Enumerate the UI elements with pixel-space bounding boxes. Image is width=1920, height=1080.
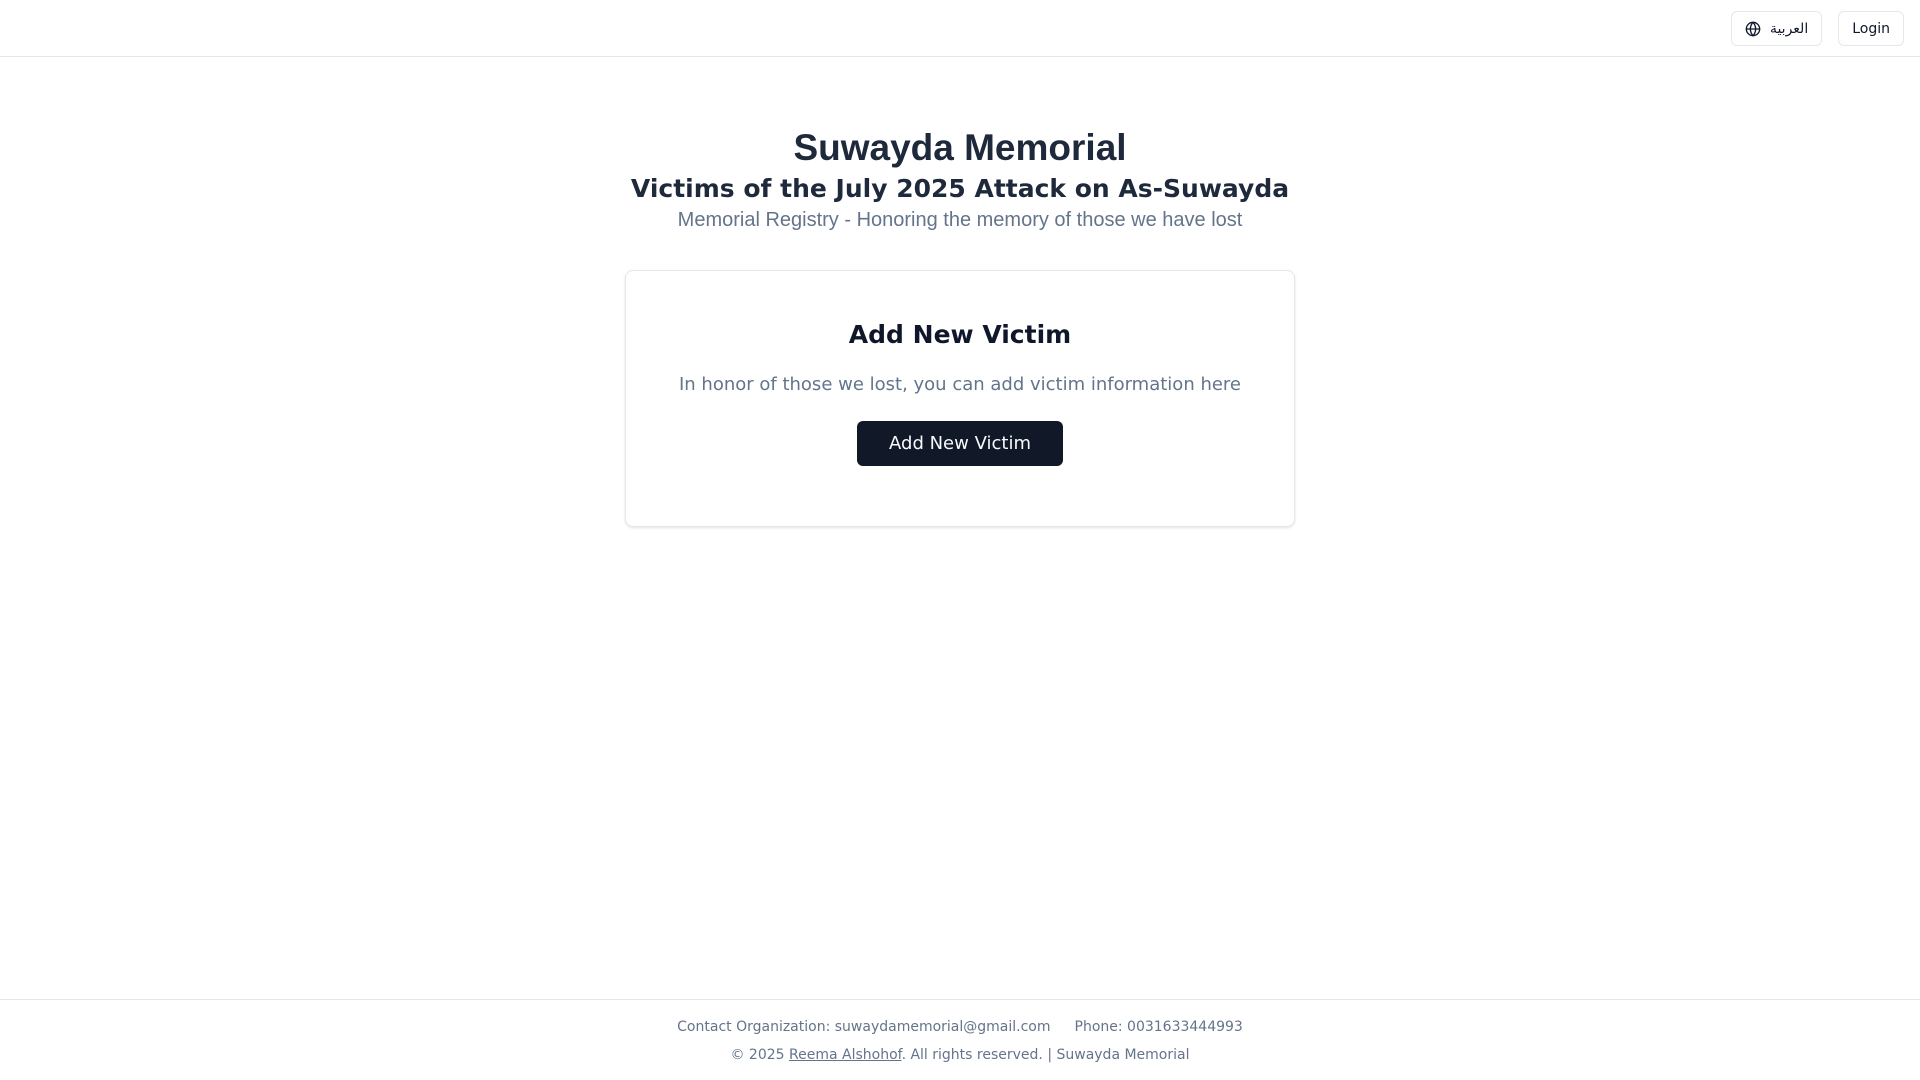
top-bar: العربية Login bbox=[0, 0, 1920, 57]
footer-contacts: Contact Organization: suwaydamemorial@gm… bbox=[0, 1017, 1920, 1037]
language-toggle-button[interactable]: العربية bbox=[1730, 11, 1823, 46]
page: العربية Login Suwayda Memorial Victims o… bbox=[0, 0, 1920, 1080]
copyright: © 2025 Reema Alshohof. All rights reserv… bbox=[0, 1045, 1920, 1065]
footer: Contact Organization: suwaydamemorial@gm… bbox=[0, 999, 1920, 1080]
contact-phone: Phone: 0031633444993 bbox=[1074, 1019, 1243, 1035]
globe-icon bbox=[1745, 21, 1761, 37]
add-new-victim-button[interactable]: Add New Victim bbox=[857, 421, 1063, 466]
hero: Suwayda Memorial Victims of the July 202… bbox=[0, 126, 1920, 233]
page-tagline: Memorial Registry - Honoring the memory … bbox=[677, 209, 1243, 231]
author-link[interactable]: Reema Alshohof bbox=[789, 1047, 902, 1063]
add-victim-card: Add New Victim In honor of those we lost… bbox=[625, 270, 1295, 527]
login-button[interactable]: Login bbox=[1838, 11, 1904, 46]
copyright-suffix: . All rights reserved. | Suwayda Memoria… bbox=[901, 1047, 1190, 1063]
page-title: Suwayda Memorial bbox=[793, 127, 1127, 168]
contact-email: Contact Organization: suwaydamemorial@gm… bbox=[677, 1019, 1051, 1035]
language-button-label: العربية bbox=[1769, 20, 1809, 37]
card-title: Add New Victim bbox=[848, 320, 1072, 349]
copyright-prefix: © 2025 bbox=[730, 1047, 790, 1063]
header-actions: العربية Login bbox=[1730, 11, 1904, 46]
card-description: In honor of those we lost, you can add v… bbox=[678, 374, 1242, 395]
page-subtitle: Victims of the July 2025 Attack on As-Su… bbox=[630, 174, 1290, 203]
